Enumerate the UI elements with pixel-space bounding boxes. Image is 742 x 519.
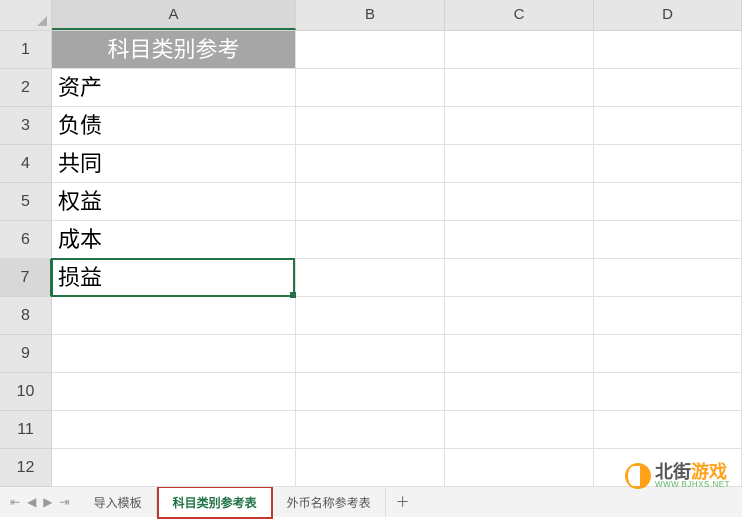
tab-nav-arrows: ⇤ ◀ ▶ ⇥ bbox=[8, 493, 72, 511]
row-header-10[interactable]: 10 bbox=[0, 373, 52, 411]
cell-c6[interactable] bbox=[445, 221, 594, 259]
row-header-11[interactable]: 11 bbox=[0, 411, 52, 449]
cell-b1[interactable] bbox=[296, 31, 445, 69]
cell-d3[interactable] bbox=[594, 107, 742, 145]
cell-c7[interactable] bbox=[445, 259, 594, 297]
cell-b6[interactable] bbox=[296, 221, 445, 259]
row-header-8[interactable]: 8 bbox=[0, 297, 52, 335]
cell-b9[interactable] bbox=[296, 335, 445, 373]
cell-c9[interactable] bbox=[445, 335, 594, 373]
nav-last-icon[interactable]: ⇥ bbox=[58, 493, 72, 511]
cell-a11[interactable] bbox=[52, 411, 296, 449]
col-header-b[interactable]: B bbox=[296, 0, 445, 30]
cell-c10[interactable] bbox=[445, 373, 594, 411]
spreadsheet: A B C D 1 2 3 4 5 6 7 8 9 10 11 12 科目类别参… bbox=[0, 0, 742, 486]
tab-import-template[interactable]: 导入模板 bbox=[80, 488, 157, 517]
row-header-1[interactable]: 1 bbox=[0, 31, 52, 69]
nav-next-icon[interactable]: ▶ bbox=[41, 493, 54, 511]
row-header-5[interactable]: 5 bbox=[0, 183, 52, 221]
row-header-4[interactable]: 4 bbox=[0, 145, 52, 183]
cell-d9[interactable] bbox=[594, 335, 742, 373]
cell-a9[interactable] bbox=[52, 335, 296, 373]
cell-a4[interactable]: 共同 bbox=[52, 145, 296, 183]
cell-b11[interactable] bbox=[296, 411, 445, 449]
cell-a8[interactable] bbox=[52, 297, 296, 335]
cell-b3[interactable] bbox=[296, 107, 445, 145]
cell-a5[interactable]: 权益 bbox=[52, 183, 296, 221]
tab-category-reference[interactable]: 科目类别参考表 bbox=[157, 486, 273, 519]
cell-d10[interactable] bbox=[594, 373, 742, 411]
col-header-d[interactable]: D bbox=[594, 0, 742, 30]
cell-b4[interactable] bbox=[296, 145, 445, 183]
cell-c5[interactable] bbox=[445, 183, 594, 221]
select-all-corner[interactable] bbox=[0, 0, 52, 30]
add-sheet-button[interactable]: ＋ bbox=[386, 486, 420, 518]
cell-a7[interactable]: 损益 bbox=[52, 259, 296, 297]
cell-a12[interactable] bbox=[52, 449, 296, 487]
cell-d1[interactable] bbox=[594, 31, 742, 69]
grid-body: 1 2 3 4 5 6 7 8 9 10 11 12 科目类别参考 资产 bbox=[0, 31, 742, 487]
watermark: 北街游戏 WWW.BJHXS.NET bbox=[625, 463, 730, 489]
sheet-tab-bar: ⇤ ◀ ▶ ⇥ 导入模板 科目类别参考表 外币名称参考表 ＋ bbox=[0, 486, 742, 517]
row-header-9[interactable]: 9 bbox=[0, 335, 52, 373]
cell-c3[interactable] bbox=[445, 107, 594, 145]
cell-b7[interactable] bbox=[296, 259, 445, 297]
cell-b2[interactable] bbox=[296, 69, 445, 107]
cell-c8[interactable] bbox=[445, 297, 594, 335]
cell-a3[interactable]: 负债 bbox=[52, 107, 296, 145]
cell-b12[interactable] bbox=[296, 449, 445, 487]
column-headers: A B C D bbox=[0, 0, 742, 31]
cell-b10[interactable] bbox=[296, 373, 445, 411]
col-header-a[interactable]: A bbox=[52, 0, 296, 30]
watermark-logo-icon bbox=[625, 463, 651, 489]
cell-d4[interactable] bbox=[594, 145, 742, 183]
cell-d5[interactable] bbox=[594, 183, 742, 221]
row-header-2[interactable]: 2 bbox=[0, 69, 52, 107]
cell-d11[interactable] bbox=[594, 411, 742, 449]
watermark-title: 北街游戏 bbox=[655, 463, 730, 481]
cell-d6[interactable] bbox=[594, 221, 742, 259]
cell-d2[interactable] bbox=[594, 69, 742, 107]
row-header-3[interactable]: 3 bbox=[0, 107, 52, 145]
cell-c12[interactable] bbox=[445, 449, 594, 487]
cell-c2[interactable] bbox=[445, 69, 594, 107]
cell-b8[interactable] bbox=[296, 297, 445, 335]
cell-a1[interactable]: 科目类别参考 bbox=[52, 31, 296, 69]
nav-first-icon[interactable]: ⇤ bbox=[8, 493, 22, 511]
watermark-text: 北街游戏 WWW.BJHXS.NET bbox=[655, 463, 730, 489]
cell-a2[interactable]: 资产 bbox=[52, 69, 296, 107]
row-header-6[interactable]: 6 bbox=[0, 221, 52, 259]
cell-a6[interactable]: 成本 bbox=[52, 221, 296, 259]
nav-prev-icon[interactable]: ◀ bbox=[25, 493, 38, 511]
watermark-url: WWW.BJHXS.NET bbox=[655, 481, 730, 489]
row-headers: 1 2 3 4 5 6 7 8 9 10 11 12 bbox=[0, 31, 52, 487]
cell-d7[interactable] bbox=[594, 259, 742, 297]
tab-currency-reference[interactable]: 外币名称参考表 bbox=[273, 488, 386, 517]
cell-c4[interactable] bbox=[445, 145, 594, 183]
cell-d8[interactable] bbox=[594, 297, 742, 335]
cell-a10[interactable] bbox=[52, 373, 296, 411]
cell-b5[interactable] bbox=[296, 183, 445, 221]
cell-c11[interactable] bbox=[445, 411, 594, 449]
row-header-7[interactable]: 7 bbox=[0, 259, 52, 297]
col-header-c[interactable]: C bbox=[445, 0, 594, 30]
cell-c1[interactable] bbox=[445, 31, 594, 69]
row-header-12[interactable]: 12 bbox=[0, 449, 52, 487]
cells-area[interactable]: 科目类别参考 资产 负债 共同 bbox=[52, 31, 742, 487]
